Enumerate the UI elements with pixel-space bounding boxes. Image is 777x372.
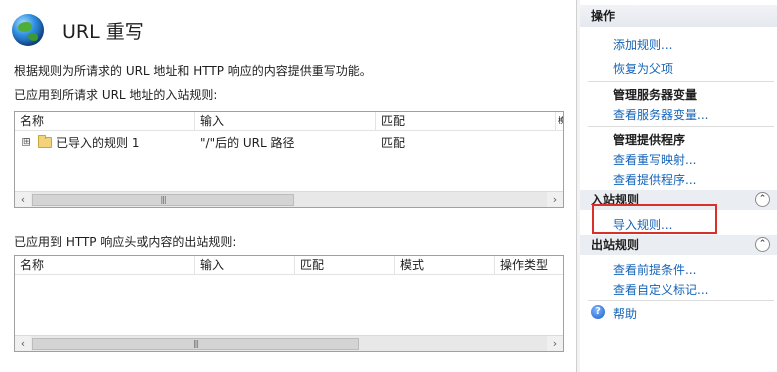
url-rewrite-globe-icon <box>12 14 44 46</box>
grid-header: 名称 输入 匹配 模 <box>15 112 563 131</box>
scroll-left-icon[interactable]: ‹ <box>15 192 31 207</box>
horizontal-scrollbar[interactable]: ‹ ||| › <box>15 191 563 207</box>
scroll-right-icon[interactable]: › <box>547 336 563 351</box>
highlight-box <box>592 204 717 234</box>
outbound-rules-grid[interactable]: 名称 输入 匹配 模式 操作类型 ‹ ||| › <box>14 255 564 352</box>
add-rule-link[interactable]: 添加规则... <box>613 36 672 53</box>
scroll-thumb[interactable]: ||| <box>32 194 294 206</box>
manage-providers-title: 管理提供程序 <box>613 133 686 147</box>
scroll-right-icon[interactable]: › <box>547 192 563 207</box>
view-providers-link[interactable]: 查看提供程序... <box>613 171 696 188</box>
expand-icon[interactable]: ⊞ <box>22 138 31 147</box>
separator <box>588 126 774 127</box>
column-header-pattern[interactable]: 模式 <box>395 256 495 274</box>
column-header-action-type[interactable]: 操作类型 <box>495 256 563 274</box>
column-header-match[interactable]: 匹配 <box>295 256 395 274</box>
outbound-rules-section-title: 出站规则 <box>591 238 640 252</box>
feature-description: 根据规则为所请求的 URL 地址和 HTTP 响应的内容提供重写功能。 <box>14 64 372 78</box>
view-server-variables-link[interactable]: 查看服务器变量... <box>613 106 708 123</box>
separator <box>588 300 774 301</box>
scroll-thumb[interactable]: ||| <box>32 338 359 350</box>
outbound-rules-label: 已应用到 HTTP 响应头或内容的出站规则: <box>14 235 237 249</box>
page-title: URL 重写 <box>62 21 144 43</box>
actions-header: 操作 <box>580 5 777 27</box>
rule-match: 匹配 <box>381 136 406 150</box>
table-row[interactable]: ⊞ 已导入的规则 1 "/"后的 URL 路径 匹配 <box>15 134 563 152</box>
view-rewrite-maps-link[interactable]: 查看重写映射... <box>613 151 696 168</box>
column-header-input[interactable]: 输入 <box>195 256 295 274</box>
collapse-icon[interactable]: ⌃ <box>755 237 770 252</box>
help-link[interactable]: 帮助 <box>613 305 637 322</box>
outbound-rules-section[interactable]: 出站规则 ⌃ <box>580 235 777 255</box>
main-pane: URL 重写 根据规则为所请求的 URL 地址和 HTTP 响应的内容提供重写功… <box>0 0 576 372</box>
rule-input: "/"后的 URL 路径 <box>200 136 295 150</box>
revert-to-parent-link[interactable]: 恢复为父项 <box>613 60 673 77</box>
separator <box>588 81 774 82</box>
folder-icon <box>38 135 52 148</box>
inbound-rules-grid[interactable]: 名称 输入 匹配 模 ⊞ 已导入的规则 1 "/"后的 URL 路径 匹配 ‹ … <box>14 111 564 208</box>
column-header-pattern[interactable]: 模 <box>556 112 563 130</box>
column-header-input[interactable]: 输入 <box>195 112 376 130</box>
column-header-match[interactable]: 匹配 <box>376 112 556 130</box>
inbound-rules-label: 已应用到所请求 URL 地址的入站规则: <box>14 88 218 102</box>
horizontal-scrollbar[interactable]: ‹ ||| › <box>15 335 563 351</box>
view-preconditions-link[interactable]: 查看前提条件... <box>613 261 696 278</box>
manage-server-variables-title: 管理服务器变量 <box>613 88 698 102</box>
collapse-icon[interactable]: ⌃ <box>755 192 770 207</box>
grid-header: 名称 输入 匹配 模式 操作类型 <box>15 256 563 275</box>
actions-pane: 操作 添加规则... 恢复为父项 管理服务器变量 查看服务器变量... 管理提供… <box>580 0 777 372</box>
help-icon[interactable]: ? <box>591 305 605 319</box>
column-header-name[interactable]: 名称 <box>15 256 195 274</box>
scroll-left-icon[interactable]: ‹ <box>15 336 31 351</box>
view-custom-tags-link[interactable]: 查看自定义标记... <box>613 281 708 298</box>
column-header-name[interactable]: 名称 <box>15 112 195 130</box>
rule-name: 已导入的规则 1 <box>56 136 140 150</box>
